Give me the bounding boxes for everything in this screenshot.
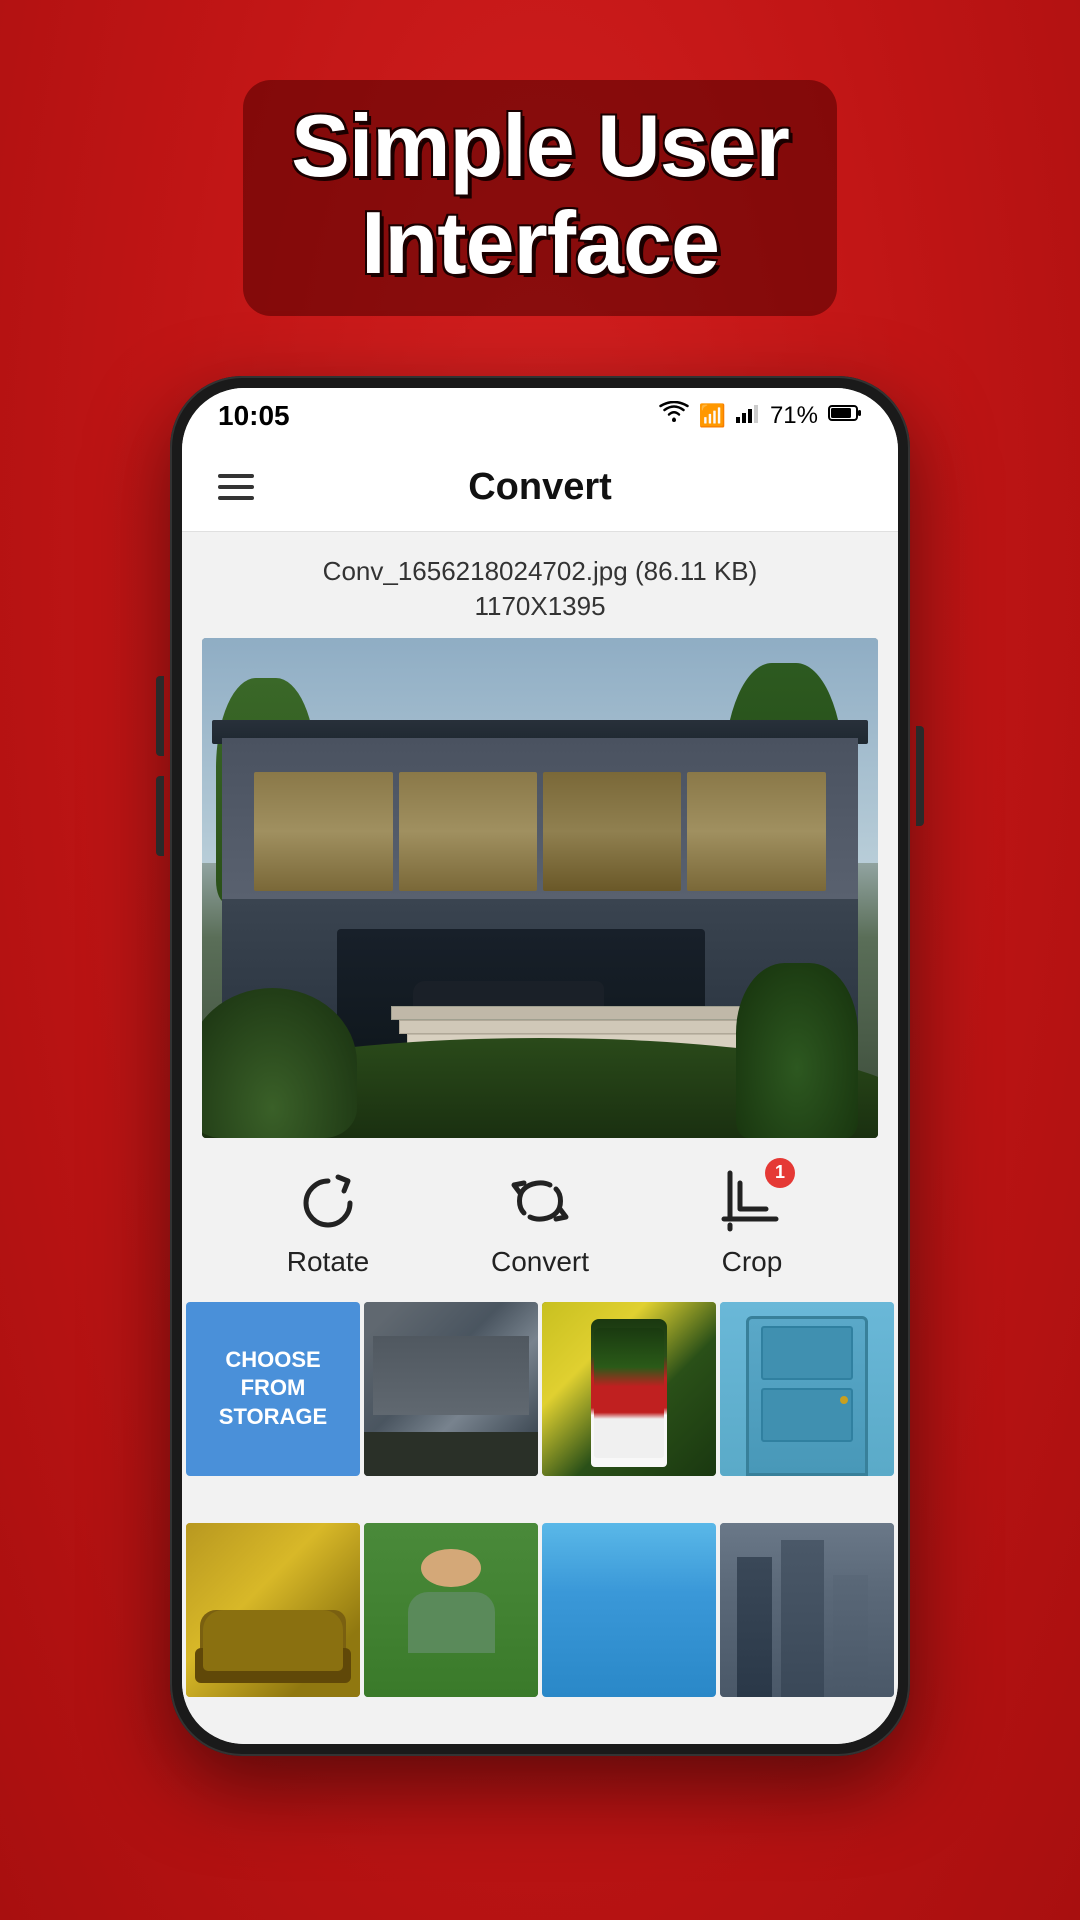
rotate-icon: [293, 1166, 363, 1236]
action-buttons-row: Rotate Convert: [182, 1138, 898, 1298]
file-info: Conv_1656218024702.jpg (86.11 KB) 1170X1…: [182, 532, 898, 638]
convert-icon: [505, 1166, 575, 1236]
phone-mockup: 10:05 📶: [170, 376, 910, 1756]
gallery-grid: CHOOSE FROM STORAGE: [182, 1298, 898, 1744]
crop-button[interactable]: 1 Crop: [692, 1166, 812, 1278]
headline-bg: Simple User Interface: [243, 80, 837, 316]
app-title: Convert: [254, 466, 826, 509]
gallery-item-person[interactable]: [364, 1523, 538, 1697]
volume-down-button: [156, 776, 164, 856]
window-row: [254, 772, 826, 891]
file-name: Conv_1656218024702.jpg (86.11 KB): [202, 556, 878, 587]
file-dimensions: 1170X1395: [202, 591, 878, 622]
battery-percentage: 71%: [770, 402, 818, 430]
content-area: Conv_1656218024702.jpg (86.11 KB) 1170X1…: [182, 532, 898, 1744]
convert-button[interactable]: Convert: [480, 1166, 600, 1278]
choose-from-storage-button[interactable]: CHOOSE FROM STORAGE: [186, 1302, 360, 1476]
house-scene: [202, 638, 878, 1138]
status-time: 10:05: [218, 400, 290, 432]
power-button: [916, 726, 924, 826]
wifi-icon: [659, 401, 689, 430]
choose-storage-label: CHOOSE FROM STORAGE: [211, 1338, 335, 1440]
crop-icon-wrap: 1: [717, 1166, 787, 1236]
convert-label: Convert: [491, 1246, 589, 1278]
image-preview: [202, 638, 878, 1138]
app-bar: Convert: [182, 444, 898, 532]
hamburger-menu-button[interactable]: [218, 474, 254, 500]
gallery-item-car[interactable]: [186, 1523, 360, 1697]
call-icon: 📶: [699, 403, 726, 429]
volume-up-button: [156, 676, 164, 756]
gallery-item-sky[interactable]: [542, 1523, 716, 1697]
crop-label: Crop: [722, 1246, 783, 1278]
gallery-item-door[interactable]: [720, 1302, 894, 1476]
rotate-label: Rotate: [287, 1246, 370, 1278]
rotate-button[interactable]: Rotate: [268, 1166, 388, 1278]
phone-screen: 10:05 📶: [182, 388, 898, 1744]
headline-text: Simple User Interface: [291, 98, 789, 292]
status-icons: 📶 71%: [659, 401, 862, 430]
signal-icon: [736, 403, 760, 428]
headline-container: Simple User Interface: [243, 80, 837, 316]
status-bar: 10:05 📶: [182, 388, 898, 444]
right-bush: [736, 963, 858, 1138]
gallery-item-bottle[interactable]: ROOTS & SHOOTS: [542, 1302, 716, 1476]
battery-icon: [828, 403, 862, 428]
gallery-item-house[interactable]: [364, 1302, 538, 1476]
gallery-item-building2[interactable]: [720, 1523, 894, 1697]
crop-badge: 1: [765, 1158, 795, 1188]
upper-facade: [222, 738, 857, 909]
